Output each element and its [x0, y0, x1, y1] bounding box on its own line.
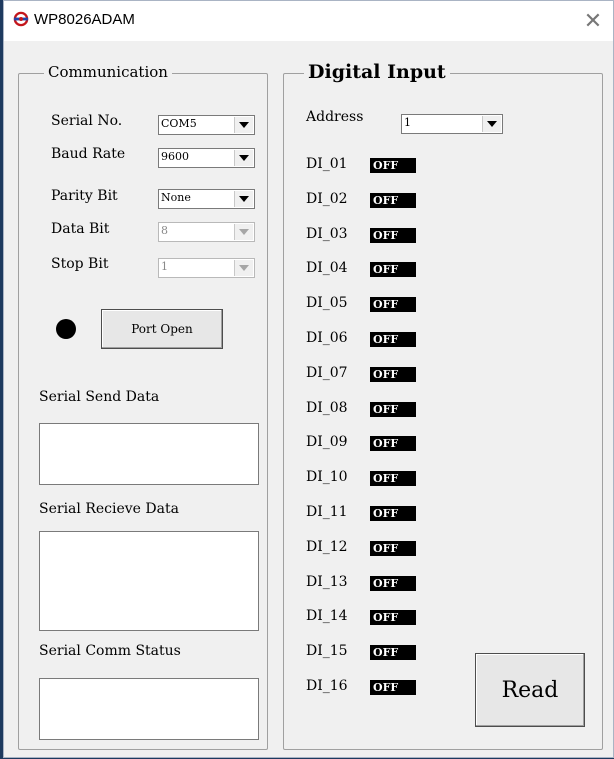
di-label: DI_04 [306, 260, 348, 277]
serial-no-label: Serial No. [51, 113, 123, 129]
chevron-down-icon[interactable] [234, 117, 253, 133]
parity-bit-value: None [161, 191, 191, 204]
stop-bit-label: Stop Bit [51, 256, 109, 272]
di-state-indicator: OFF [370, 366, 416, 382]
chevron-down-icon[interactable] [234, 150, 253, 166]
di-label: DI_06 [306, 330, 348, 346]
di-row: DI_14 OFF [306, 608, 426, 628]
di-row: DI_08 OFF [306, 400, 426, 420]
baud-rate-label: Baud Rate [51, 146, 126, 162]
di-state-indicator: OFF [370, 192, 416, 208]
serial-send-data-label: Serial Send Data [39, 389, 160, 405]
serial-recieve-data-field[interactable] [39, 531, 259, 631]
chevron-down-icon[interactable] [482, 116, 501, 132]
di-state-indicator: OFF [370, 471, 416, 487]
di-label: DI_16 [306, 678, 348, 694]
serial-comm-status-field [39, 678, 259, 740]
data-bit-value: 8 [161, 224, 168, 237]
di-state-indicator: OFF [370, 297, 416, 313]
title-bar: WP8026ADAM ✕ [4, 1, 613, 41]
di-state-indicator: OFF [370, 227, 416, 243]
chevron-down-icon [234, 224, 253, 240]
data-bit-select: 8 [158, 222, 255, 242]
di-row: DI_13 OFF [306, 574, 426, 594]
di-row: DI_11 OFF [306, 504, 426, 524]
port-open-button[interactable]: Port Open [101, 309, 223, 349]
di-label: DI_15 [306, 643, 348, 660]
di-label: DI_08 [306, 399, 348, 416]
di-state-indicator: OFF [370, 158, 416, 173]
di-label: DI_10 [306, 469, 348, 486]
di-row: DI_06 OFF [306, 330, 426, 350]
di-state-indicator: OFF [370, 436, 416, 452]
port-status-led [56, 319, 76, 339]
parity-bit-label: Parity Bit [51, 188, 118, 204]
di-label: DI_07 [306, 364, 348, 381]
di-label: DI_05 [306, 295, 348, 312]
di-row: DI_15 OFF [306, 643, 426, 663]
serial-no-select[interactable]: COM5 [158, 115, 255, 135]
di-state-indicator: OFF [370, 645, 416, 661]
di-row: DI_16 OFF [306, 678, 426, 698]
serial-comm-status-label: Serial Comm Status [39, 643, 181, 659]
communication-legend: Communication [44, 63, 172, 81]
di-state-indicator: OFF [370, 680, 416, 695]
di-label: DI_09 [306, 434, 348, 451]
di-label: DI_01 [306, 156, 348, 172]
baud-rate-select[interactable]: 9600 [158, 148, 255, 168]
di-state-indicator: OFF [370, 540, 416, 556]
serial-no-value: COM5 [161, 117, 197, 130]
serial-send-data-field[interactable] [39, 423, 259, 485]
di-label: DI_12 [306, 538, 348, 555]
di-row: DI_07 OFF [306, 365, 426, 385]
chevron-down-icon[interactable] [234, 191, 253, 207]
read-button[interactable]: Read [475, 653, 585, 727]
di-state-indicator: OFF [370, 610, 416, 626]
di-row: DI_10 OFF [306, 469, 426, 489]
di-row: DI_03 OFF [306, 226, 426, 246]
di-row: DI_09 OFF [306, 434, 426, 454]
di-label: DI_11 [306, 504, 348, 520]
window-title: WP8026ADAM [34, 11, 135, 28]
app-logo-icon [13, 11, 29, 27]
di-label: DI_02 [306, 190, 348, 207]
di-label: DI_13 [306, 573, 348, 590]
parity-bit-select[interactable]: None [158, 189, 255, 209]
stop-bit-value: 1 [161, 260, 168, 273]
stop-bit-select: 1 [158, 258, 255, 278]
di-state-indicator: OFF [370, 575, 416, 591]
di-row: DI_04 OFF [306, 260, 426, 280]
client-area: Communication Serial No. COM5 Baud Rate … [4, 41, 613, 757]
di-row: DI_05 OFF [306, 295, 426, 315]
di-row: DI_02 OFF [306, 191, 426, 211]
serial-recieve-data-label: Serial Recieve Data [39, 501, 179, 517]
di-state-indicator: OFF [370, 262, 416, 278]
di-state-indicator: OFF [370, 401, 416, 417]
baud-rate-value: 9600 [161, 150, 189, 163]
app-window: WP8026ADAM ✕ Communication Serial No. CO… [3, 0, 614, 758]
di-label: DI_14 [306, 608, 348, 625]
data-bit-label: Data Bit [51, 221, 110, 237]
di-row: DI_12 OFF [306, 539, 426, 559]
close-icon[interactable]: ✕ [579, 7, 607, 35]
chevron-down-icon [234, 260, 253, 276]
di-label: DI_03 [306, 225, 348, 242]
di-state-indicator: OFF [370, 332, 416, 347]
di-row: DI_01 OFF [306, 156, 426, 176]
di-state-indicator: OFF [370, 506, 416, 521]
di-channel-list: DI_01 OFF DI_02 OFF DI_03 OFF DI_04 OFF DI_05 OFF… [306, 41, 426, 759]
